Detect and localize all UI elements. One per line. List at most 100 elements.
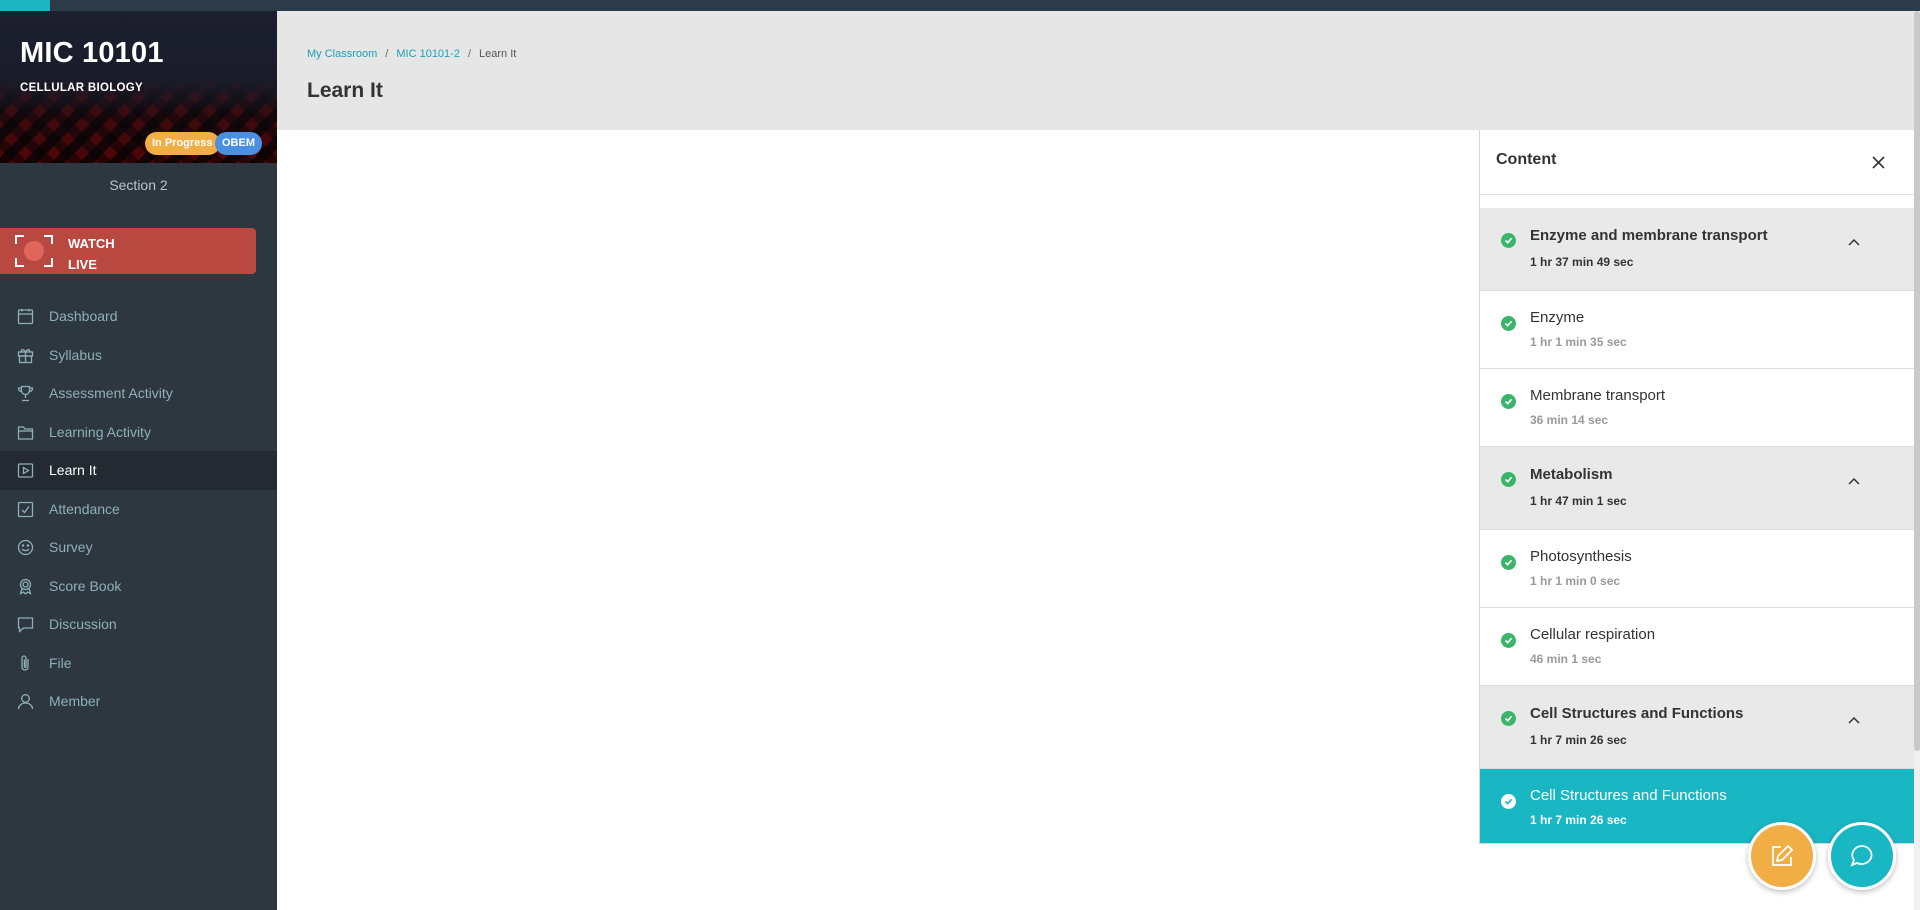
- sidebar-item-label: Score Book: [49, 577, 122, 594]
- top-progress-bar: [0, 0, 1920, 11]
- watch-live-label-2: LIVE: [68, 257, 97, 272]
- sidebar-item-label: Survey: [49, 539, 93, 556]
- content-panel-title: Content: [1496, 151, 1557, 168]
- sidebar-item-member[interactable]: Member: [0, 682, 277, 721]
- edit-note-icon: [1772, 844, 1794, 866]
- content-lesson-duration: 46 min 1 sec: [1530, 652, 1602, 666]
- content-group-title: Enzyme and membrane transport: [1530, 227, 1768, 244]
- checkbox-icon: [17, 501, 34, 518]
- content-lesson-duration: 1 hr 7 min 26 sec: [1530, 813, 1627, 827]
- check-circle-icon: [1501, 394, 1516, 409]
- content-lesson-duration: 36 min 14 sec: [1530, 413, 1609, 427]
- content-lesson-title: Photosynthesis: [1530, 548, 1632, 565]
- smile-icon: [17, 539, 34, 556]
- award-icon: [17, 578, 34, 595]
- check-circle-icon: [1501, 472, 1516, 487]
- breadcrumb-separator: /: [385, 48, 389, 60]
- calendar-icon: [17, 308, 34, 325]
- content-group[interactable]: Cell Structures and Functions 1 hr 7 min…: [1480, 686, 1914, 769]
- sidebar-item-learning-activity[interactable]: Learning Activity: [0, 413, 277, 452]
- sidebar-item-syllabus[interactable]: Syllabus: [0, 336, 277, 375]
- sidebar-item-label: Member: [49, 693, 101, 710]
- top-progress-fill: [0, 0, 50, 11]
- breadcrumb-separator: /: [467, 48, 472, 60]
- gift-icon: [17, 347, 34, 364]
- content-panel: Content Enzyme and membrane transport 1 …: [1479, 130, 1914, 844]
- sidebar-item-assessment-activity[interactable]: Assessment Activity: [0, 374, 277, 413]
- sidebar-item-learn-it[interactable]: Learn It: [0, 451, 277, 490]
- chevron-up-icon[interactable]: [1846, 236, 1862, 248]
- content-lesson-title: Enzyme: [1530, 309, 1585, 326]
- check-circle-icon: [1501, 711, 1516, 726]
- sidebar-item-file[interactable]: File: [0, 644, 277, 683]
- breadcrumb-my-classroom[interactable]: My Classroom: [307, 48, 377, 60]
- folder-icon: [17, 424, 34, 441]
- content-lesson-title: Cell Structures and Functions: [1530, 787, 1727, 804]
- content-panel-header: Content: [1480, 130, 1914, 195]
- sidebar-item-survey[interactable]: Survey: [0, 528, 277, 567]
- program-badge: OBEM: [215, 132, 262, 155]
- sidebar-item-label: Learn It: [49, 462, 97, 479]
- sidebar-item-label: Assessment Activity: [49, 385, 173, 402]
- check-circle-icon: [1501, 555, 1516, 570]
- content-lesson-title: Cellular respiration: [1530, 626, 1656, 643]
- user-icon: [17, 693, 34, 710]
- sidebar-item-label: Learning Activity: [49, 423, 151, 440]
- chevron-up-icon[interactable]: [1846, 475, 1862, 487]
- section-label: Section 2: [109, 177, 168, 193]
- sidebar-item-label: File: [49, 654, 72, 671]
- page-title: Learn It: [307, 79, 383, 102]
- content-group-duration: 1 hr 7 min 26 sec: [1530, 733, 1627, 747]
- content-group[interactable]: Metabolism 1 hr 47 min 1 sec: [1480, 447, 1914, 530]
- check-circle-icon: [1501, 316, 1516, 331]
- course-name: CELLULAR BIOLOGY: [20, 82, 143, 94]
- chat-bubble-icon: [1850, 845, 1873, 867]
- main-header: My Classroom / MIC 10101-2 / Learn It Learn …: [277, 11, 1920, 130]
- check-circle-icon: [1501, 794, 1516, 809]
- page-scrollbar-thumb[interactable]: [1914, 11, 1920, 751]
- content-group-title: Cell Structures and Functions: [1530, 705, 1744, 722]
- course-code: MIC 10101: [20, 37, 164, 69]
- content-lesson[interactable]: Photosynthesis 1 hr 1 min 0 sec: [1480, 530, 1914, 608]
- content-lesson-title: Membrane transport: [1530, 387, 1666, 404]
- content-lesson-duration: 1 hr 1 min 35 sec: [1530, 335, 1627, 349]
- status-badge: In Progress: [145, 132, 220, 155]
- sidebar-item-dashboard[interactable]: Dashboard: [0, 297, 277, 336]
- sidebar-item-label: Discussion: [49, 616, 117, 633]
- watch-live-label-1: WATCH: [68, 236, 115, 251]
- content-list: Enzyme and membrane transport 1 hr 37 mi…: [1480, 208, 1914, 843]
- content-lesson[interactable]: Cellular respiration 46 min 1 sec: [1480, 608, 1914, 686]
- content-lesson[interactable]: Membrane transport 36 min 14 sec: [1480, 369, 1914, 447]
- close-button[interactable]: [1868, 152, 1888, 172]
- sidebar-item-label: Attendance: [49, 500, 120, 517]
- chevron-up-icon[interactable]: [1846, 714, 1862, 726]
- note-button[interactable]: [1748, 822, 1816, 890]
- live-camera-icon: [15, 235, 53, 267]
- chat-button[interactable]: [1828, 822, 1896, 890]
- check-circle-icon: [1501, 633, 1516, 648]
- breadcrumb: My Classroom / MIC 10101-2 / Learn It: [307, 48, 516, 60]
- check-circle-icon: [1501, 233, 1516, 248]
- play-icon: [17, 462, 34, 479]
- breadcrumb-current: Learn It: [479, 48, 517, 60]
- sidebar: MIC 10101 CELLULAR BIOLOGY In Progress O…: [0, 11, 277, 910]
- content-group-title: Metabolism: [1530, 466, 1613, 483]
- course-header: MIC 10101 CELLULAR BIOLOGY In Progress O…: [0, 11, 277, 163]
- trophy-icon: [17, 385, 34, 402]
- sidebar-item-discussion[interactable]: Discussion: [0, 605, 277, 644]
- watch-live-button[interactable]: WATCH LIVE: [0, 228, 256, 274]
- content-group[interactable]: Enzyme and membrane transport 1 hr 37 mi…: [1480, 208, 1914, 291]
- message-icon: [17, 616, 34, 633]
- paperclip-icon: [17, 654, 34, 672]
- breadcrumb-course[interactable]: MIC 10101-2: [396, 48, 460, 60]
- sidebar-item-score-book[interactable]: Score Book: [0, 567, 277, 606]
- content-group-duration: 1 hr 47 min 1 sec: [1530, 494, 1627, 508]
- sidebar-item-label: Syllabus: [49, 346, 102, 363]
- content-group-duration: 1 hr 37 min 49 sec: [1530, 255, 1634, 269]
- sidebar-item-attendance[interactable]: Attendance: [0, 490, 277, 529]
- close-icon: [1871, 155, 1885, 169]
- sidebar-nav: Dashboard Syllabus Assessment Activity L…: [0, 297, 277, 721]
- content-lesson-duration: 1 hr 1 min 0 sec: [1530, 574, 1621, 588]
- content-lesson[interactable]: Enzyme 1 hr 1 min 35 sec: [1480, 291, 1914, 369]
- sidebar-item-label: Dashboard: [49, 308, 118, 325]
